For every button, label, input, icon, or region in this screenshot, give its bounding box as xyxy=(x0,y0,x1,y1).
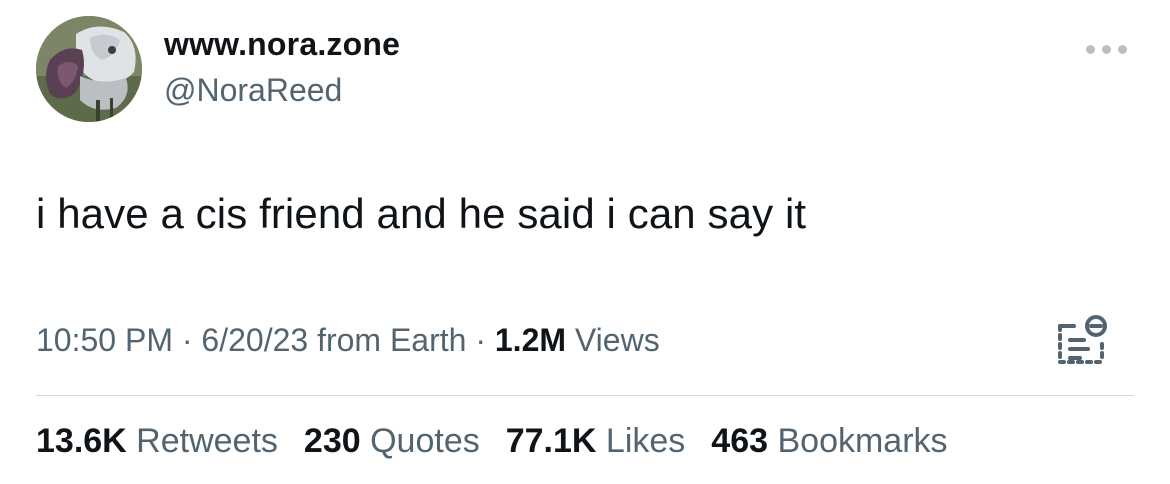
more-options-icon[interactable] xyxy=(1086,40,1132,58)
likes-label: Likes xyxy=(596,422,686,460)
meta-separator: · xyxy=(466,322,495,358)
divider xyxy=(36,395,1134,396)
tweet-date[interactable]: 6/20/23 xyxy=(201,322,308,358)
retweets-stat[interactable]: 13.6K Retweets xyxy=(36,422,278,461)
bookmarks-label: Bookmarks xyxy=(768,422,948,460)
views-count: 1.2M xyxy=(494,322,567,358)
view-analytics-icon[interactable] xyxy=(1052,312,1112,372)
engagement-stats: 13.6K Retweets 230 Quotes 77.1K Likes 46… xyxy=(36,422,948,461)
user-handle[interactable]: @NoraReed xyxy=(164,72,342,109)
tweet-meta: 10:50 PM · 6/20/23 from Earth · 1.2M Vie… xyxy=(36,322,660,359)
retweets-label: Retweets xyxy=(126,422,278,460)
bookmarks-count: 463 xyxy=(711,422,769,460)
tweet-source: from Earth xyxy=(308,322,467,358)
quotes-count: 230 xyxy=(303,422,361,460)
tweet-text: i have a cis friend and he said i can sa… xyxy=(36,190,807,237)
bookmarks-stat[interactable]: 463 Bookmarks xyxy=(711,422,947,461)
dot xyxy=(1102,44,1111,54)
quotes-stat[interactable]: 230 Quotes xyxy=(304,422,480,461)
avatar-photo xyxy=(36,16,142,122)
dot xyxy=(1118,44,1127,54)
views-label: Views xyxy=(566,322,660,358)
display-name[interactable]: www.nora.zone xyxy=(164,26,400,63)
quotes-label: Quotes xyxy=(360,422,480,460)
retweets-count: 13.6K xyxy=(36,422,127,460)
dot xyxy=(1086,44,1095,54)
meta-separator: · xyxy=(172,322,202,358)
likes-stat[interactable]: 77.1K Likes xyxy=(506,422,686,461)
tweet-time[interactable]: 10:50 PM xyxy=(36,322,173,358)
avatar[interactable] xyxy=(36,16,142,122)
likes-count: 77.1K xyxy=(505,422,597,460)
